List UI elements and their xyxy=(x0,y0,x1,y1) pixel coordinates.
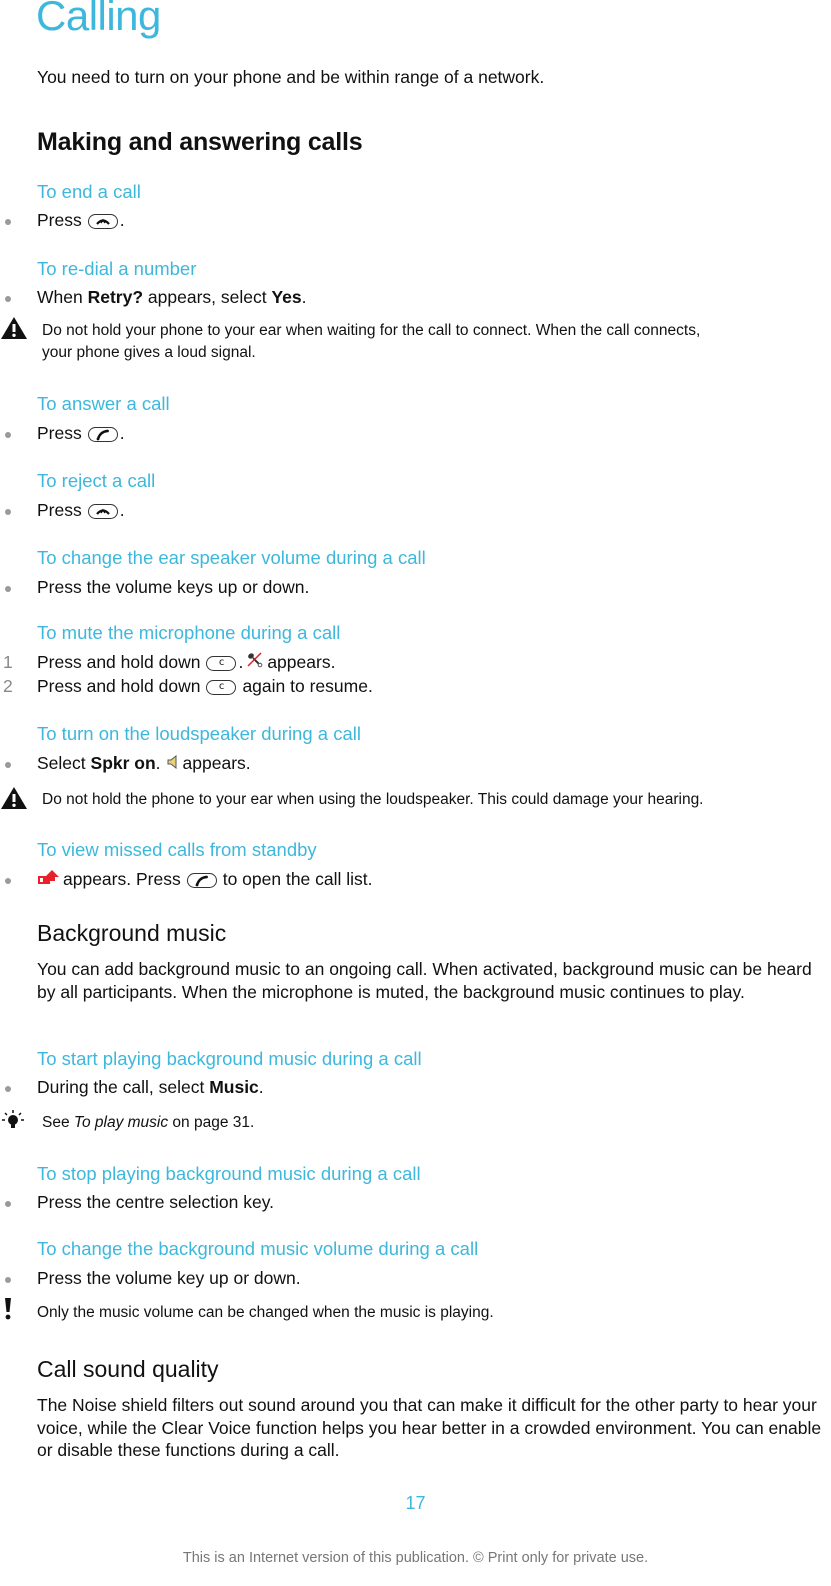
step-text: Press xyxy=(37,423,82,443)
step-text: appears. xyxy=(267,652,336,672)
step-text: Press and hold down xyxy=(37,676,201,696)
background-music-body: You can add background music to an ongoi… xyxy=(37,959,812,1002)
bullet xyxy=(5,762,11,768)
step-suffix: . xyxy=(301,287,307,307)
warning-icon xyxy=(0,316,28,345)
step-text: . xyxy=(238,652,244,672)
step-music-volume: Press the volume key up or down. xyxy=(0,1268,301,1289)
bullet xyxy=(5,219,11,225)
menu-term-yes: Yes xyxy=(271,287,302,307)
subheading-loudspeaker: To turn on the loudspeaker during a call xyxy=(37,723,361,744)
cross-reference-link[interactable]: To play music xyxy=(74,1114,168,1131)
step-reject-call: Press . xyxy=(0,500,125,521)
subheading-end-call: To end a call xyxy=(37,181,141,202)
warning-redial: Do not hold your phone to your ear when … xyxy=(42,320,700,364)
note-exclamation-icon xyxy=(3,1297,13,1326)
step-text: Press the volume keys up or down. xyxy=(37,577,310,597)
tip-text: on page 31. xyxy=(172,1114,255,1131)
bullet xyxy=(5,1277,11,1283)
microphone-muted-icon xyxy=(246,652,264,673)
section-heading-call-sound-quality: Call sound quality xyxy=(37,1356,219,1382)
step-text: to open the call list. xyxy=(222,869,373,889)
subheading-ear-volume: To change the ear speaker volume during … xyxy=(37,547,426,568)
step-missed-calls: appears. Press to open the call list. xyxy=(0,869,373,890)
section-heading-making-calls: Making and answering calls xyxy=(37,128,363,156)
step-stop-music: Press the centre selection key. xyxy=(0,1192,274,1213)
c-key-icon: c xyxy=(206,656,237,671)
bullet xyxy=(5,509,11,515)
step-text: again to resume. xyxy=(242,676,373,696)
step-text: appears. Press xyxy=(63,869,181,889)
step-loudspeaker: Select Spkr on. appears. xyxy=(0,753,251,774)
step-text: Press the centre selection key. xyxy=(37,1192,275,1212)
page-number: 17 xyxy=(405,1493,426,1513)
footer-notice: This is an Internet version of this publ… xyxy=(182,1550,649,1566)
step-text: Press and hold down xyxy=(37,652,201,672)
step-number: 1 xyxy=(3,652,13,672)
call-key-icon xyxy=(186,873,217,888)
step-text: Press xyxy=(37,500,82,520)
c-key-icon: c xyxy=(206,680,237,695)
section-heading-background-music: Background music xyxy=(37,920,227,946)
step-text: When xyxy=(37,287,83,307)
subheading-stop-music: To stop playing background music during … xyxy=(37,1163,421,1184)
step-text: appears. xyxy=(182,753,251,773)
step-number: 2 xyxy=(3,676,13,696)
step-mute-2: 2 Press and hold down c again to resume. xyxy=(0,676,373,697)
tip-text: See xyxy=(42,1114,70,1131)
step-suffix: . xyxy=(119,423,125,443)
note-music-volume: Only the music volume can be changed whe… xyxy=(37,1304,494,1321)
end-call-key-icon xyxy=(87,214,118,229)
step-suffix: . xyxy=(119,500,125,520)
step-ear-volume: Press the volume keys up or down. xyxy=(0,577,309,598)
step-answer-call: Press . xyxy=(0,423,125,444)
subheading-missed-calls: To view missed calls from standby xyxy=(37,839,317,860)
warning-text-line-2: your phone gives a loud signal. xyxy=(42,344,256,361)
subheading-mute-microphone: To mute the microphone during a call xyxy=(37,622,341,643)
page-title: Calling xyxy=(36,0,161,39)
bullet xyxy=(5,586,11,592)
bullet xyxy=(5,878,11,884)
loudspeaker-icon xyxy=(167,753,179,774)
menu-term-retry: Retry? xyxy=(87,287,144,307)
subheading-music-volume: To change the background music volume du… xyxy=(37,1238,479,1259)
subheading-answer-call: To answer a call xyxy=(37,393,170,414)
step-start-music: During the call, select Music. xyxy=(0,1077,264,1098)
step-text: Select xyxy=(37,753,86,773)
warning-loudspeaker: Do not hold the phone to your ear when u… xyxy=(42,791,704,808)
step-text: . xyxy=(155,753,161,773)
call-sound-quality-body: The Noise shield filters out sound aroun… xyxy=(37,1395,822,1460)
step-text: appears, select xyxy=(147,287,267,307)
missed-call-icon xyxy=(37,869,59,890)
end-call-key-icon xyxy=(87,504,118,519)
subheading-redial: To re-dial a number xyxy=(37,258,197,279)
subheading-start-music: To start playing background music during… xyxy=(37,1048,422,1069)
warning-text-line-1: Do not hold your phone to your ear when … xyxy=(42,322,701,339)
call-key-icon xyxy=(87,427,118,442)
step-mute-1: 1 Press and hold down c . appears. xyxy=(0,652,335,673)
step-text: Press the volume key up or down. xyxy=(37,1268,301,1288)
bullet xyxy=(5,1086,11,1092)
step-suffix: . xyxy=(119,210,125,230)
menu-term-spkr-on: Spkr on xyxy=(90,753,156,773)
subheading-reject-call: To reject a call xyxy=(37,470,156,491)
step-text: During the call, select xyxy=(37,1077,205,1097)
bullet xyxy=(5,432,11,438)
step-end-call: Press . xyxy=(0,210,125,231)
bullet xyxy=(5,1201,11,1207)
menu-term-music: Music xyxy=(209,1077,259,1097)
tip-lightbulb-icon xyxy=(0,1108,26,1139)
warning-icon xyxy=(0,786,28,815)
step-suffix: . xyxy=(258,1077,264,1097)
bullet xyxy=(5,296,11,302)
step-text: Press xyxy=(37,210,82,230)
step-redial: When Retry? appears, select Yes. xyxy=(0,287,307,308)
tip-see-play-music: See To play music on page 31. xyxy=(42,1112,254,1134)
intro-text: You need to turn on your phone and be wi… xyxy=(37,67,545,87)
